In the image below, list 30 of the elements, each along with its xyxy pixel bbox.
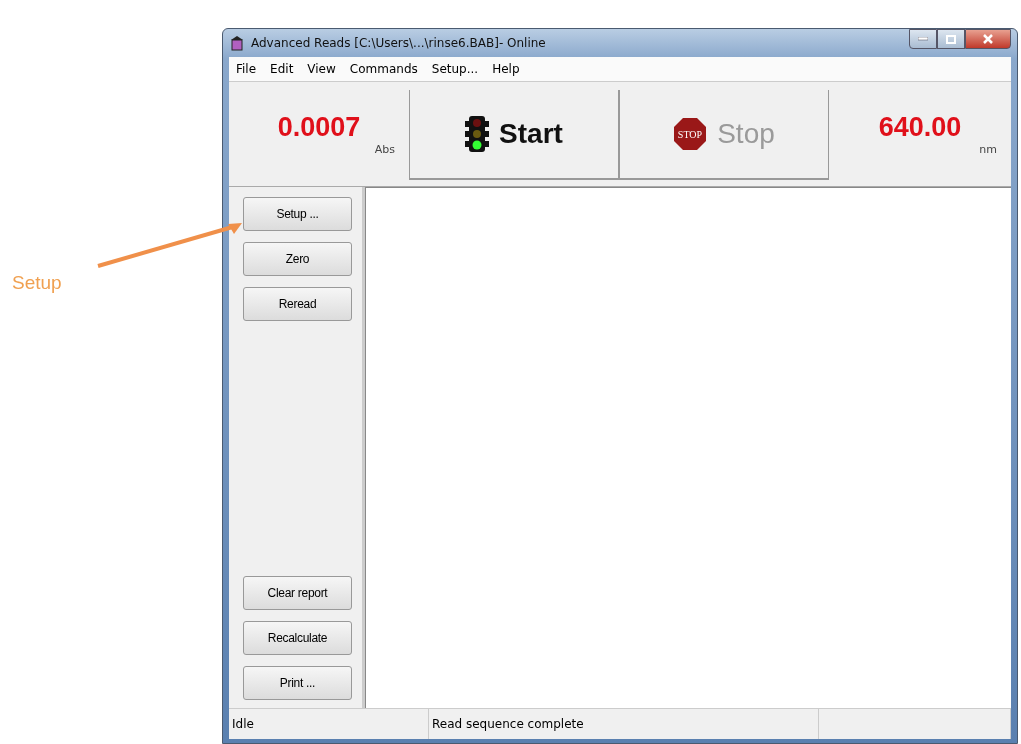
close-button[interactable] bbox=[965, 29, 1011, 49]
callout-label: Setup bbox=[12, 272, 62, 294]
app-icon bbox=[229, 35, 245, 51]
wavelength-value: 640.00 bbox=[878, 112, 962, 143]
side-button[interactable]: Reread bbox=[243, 287, 352, 321]
maximize-icon bbox=[946, 34, 956, 44]
side-button[interactable]: Clear report bbox=[243, 576, 352, 610]
side-button[interactable]: Setup ... bbox=[243, 197, 352, 231]
menu-item[interactable]: Edit bbox=[263, 62, 301, 76]
status-text: Idle bbox=[229, 709, 429, 739]
window-title: Advanced Reads [C:\Users\...\rinse6.BAB]- Online bbox=[251, 36, 547, 50]
menu-item[interactable]: View bbox=[300, 62, 343, 76]
minimize-icon bbox=[918, 37, 928, 41]
stop-sign-text: STOP bbox=[678, 129, 703, 140]
menu-item[interactable]: Setup... bbox=[424, 62, 486, 76]
menu-item[interactable]: File bbox=[229, 62, 264, 76]
start-button[interactable]: Start bbox=[409, 90, 619, 180]
side-button[interactable]: Recalculate bbox=[243, 621, 352, 655]
traffic-light-icon bbox=[465, 115, 490, 153]
status-text: Read sequence complete bbox=[429, 709, 819, 739]
menu-item[interactable]: Commands bbox=[342, 62, 425, 76]
close-icon bbox=[983, 34, 993, 44]
side-button[interactable]: Print ... bbox=[243, 666, 352, 700]
maximize-button[interactable] bbox=[937, 29, 965, 49]
side-button[interactable]: Zero bbox=[243, 242, 352, 276]
absorbance-value: 0.0007 bbox=[277, 112, 361, 143]
minimize-button[interactable] bbox=[909, 29, 937, 49]
absorbance-unit: Abs bbox=[374, 143, 395, 156]
menu-item[interactable]: Help bbox=[485, 62, 527, 76]
wavelength-unit: nm bbox=[979, 143, 997, 156]
